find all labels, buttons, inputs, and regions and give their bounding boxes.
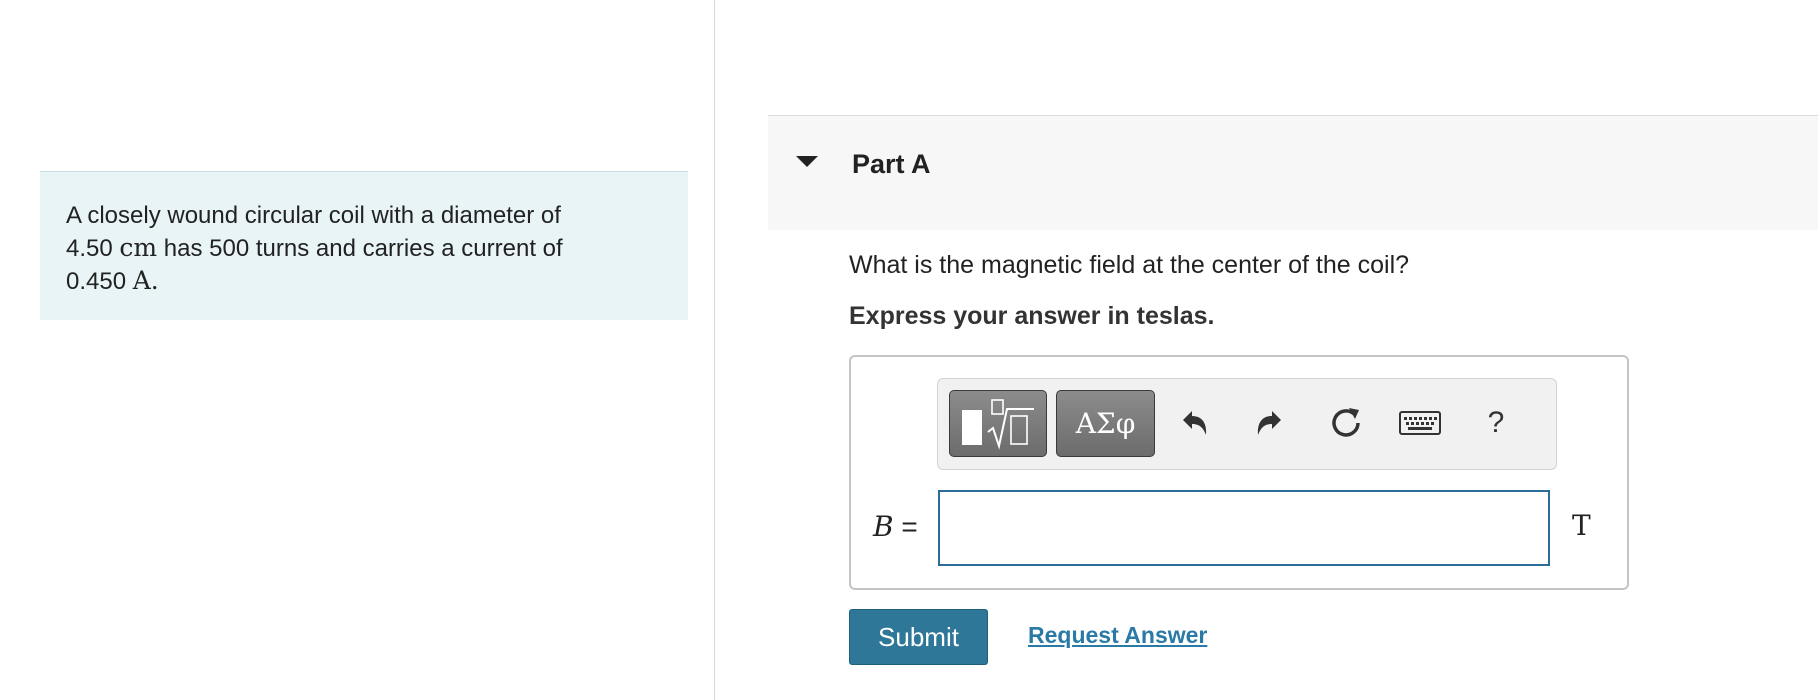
collapse-triangle-icon[interactable] <box>796 156 818 167</box>
answer-instruction: Express your answer in teslas. <box>849 302 1215 330</box>
variable-symbol: B <box>873 510 894 543</box>
undo-button[interactable] <box>1172 401 1216 445</box>
redo-icon <box>1257 411 1281 435</box>
reset-button[interactable] <box>1324 401 1368 445</box>
part-a-header[interactable]: Part A <box>768 115 1818 230</box>
answer-variable-label: B = <box>873 510 918 543</box>
panel-divider <box>714 0 715 700</box>
submit-button[interactable]: Submit <box>849 609 988 665</box>
keyboard-button[interactable] <box>1398 401 1442 445</box>
diameter-value: 4.50 <box>66 235 113 262</box>
keyboard-icon <box>1399 411 1441 435</box>
greek-symbols-button[interactable]: ΑΣφ <box>1056 390 1155 457</box>
problem-statement: A closely wound circular coil with a dia… <box>40 171 688 320</box>
problem-text-line2: has 500 turns and carries a current of <box>163 235 563 262</box>
templates-sqrt-icon <box>962 399 1034 450</box>
current-unit: A <box>132 266 151 295</box>
current-value: 0.450 <box>66 268 127 295</box>
problem-period: . <box>150 266 159 295</box>
problem-text-line1: A closely wound circular coil with a dia… <box>66 202 561 229</box>
math-toolbar: ΑΣφ ? <box>937 378 1557 470</box>
unit-label: T <box>1572 509 1591 542</box>
question-text: What is the magnetic field at the center… <box>849 251 1410 279</box>
undo-icon <box>1183 411 1207 435</box>
reset-icon <box>1332 408 1360 437</box>
equals-sign: = <box>901 511 918 542</box>
answer-panel: ΑΣφ ? B = T <box>849 355 1629 590</box>
request-answer-link[interactable]: Request Answer <box>1028 622 1207 649</box>
diameter-unit: cm <box>119 233 158 262</box>
redo-button[interactable] <box>1248 401 1292 445</box>
greek-symbols-label: ΑΣφ <box>1075 407 1136 440</box>
part-title: Part A <box>852 149 931 179</box>
templates-button[interactable] <box>949 390 1047 457</box>
answer-input[interactable] <box>938 490 1550 566</box>
help-button[interactable]: ? <box>1474 401 1518 445</box>
